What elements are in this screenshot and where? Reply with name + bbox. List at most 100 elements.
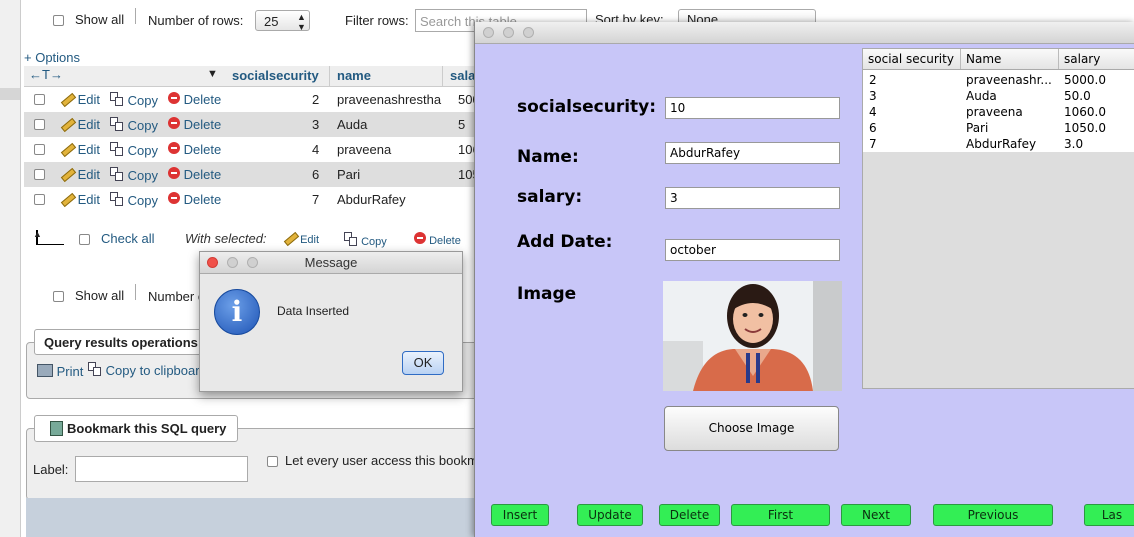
insert-button[interactable]: Insert — [491, 504, 549, 526]
check-all-label[interactable]: Check all — [101, 231, 154, 246]
delete-icon — [168, 167, 180, 179]
table-row: Edit Copy Delete 7 AbdurRafey — [24, 187, 484, 212]
cell-socialsecurity: 2 — [312, 92, 320, 107]
header-salary[interactable]: salary — [1064, 52, 1100, 66]
label-field-label: Label: — [33, 462, 69, 477]
update-button[interactable]: Update — [577, 504, 643, 526]
edit-link[interactable]: Edit — [60, 92, 100, 107]
app-titlebar[interactable] — [475, 22, 1134, 44]
table-row[interactable]: 3 Auda 50.0 — [863, 88, 1134, 104]
sort-dropdown-icon[interactable]: ▼ — [207, 68, 218, 80]
cell-name: AbdurRafey — [337, 192, 406, 207]
table-row: Edit Copy Delete 4 praveena 106 — [24, 137, 484, 162]
name-label: Name: — [517, 147, 579, 167]
row-checkbox[interactable] — [34, 169, 45, 180]
last-button[interactable]: Las — [1084, 504, 1134, 526]
bookmark-label-input[interactable] — [75, 456, 248, 482]
delete-link[interactable]: Delete — [168, 92, 221, 107]
bottom-show-all-label: Show all — [75, 288, 125, 303]
column-header-socialsecurity[interactable]: socialsecurity — [232, 68, 319, 83]
bulk-edit-link[interactable]: Edit — [283, 232, 319, 246]
copy-icon — [110, 117, 124, 131]
copy-link[interactable]: Copy — [110, 117, 158, 133]
header-name[interactable]: Name — [966, 52, 1001, 66]
minimize-button[interactable] — [503, 27, 514, 38]
close-button[interactable] — [483, 27, 494, 38]
bulk-delete-link[interactable]: Delete — [414, 232, 461, 247]
dialog-titlebar[interactable]: Message — [200, 252, 462, 274]
name-field[interactable]: AbdurRafey — [665, 142, 840, 164]
cell-socialsecurity: 4 — [312, 142, 320, 157]
next-button[interactable]: Next — [841, 504, 911, 526]
edit-link[interactable]: Edit — [60, 117, 100, 132]
options-link[interactable]: + Options — [24, 50, 80, 65]
edit-label: Edit — [77, 142, 101, 157]
ok-button[interactable]: OK — [402, 351, 444, 375]
left-navigation-strip — [0, 0, 21, 537]
copy-link[interactable]: Copy — [110, 142, 158, 158]
pencil-icon — [60, 143, 74, 154]
column-header-name[interactable]: name — [337, 68, 371, 83]
table-row[interactable]: 2 praveenashr... 5000.0 — [863, 72, 1134, 88]
edit-link[interactable]: Edit — [60, 167, 100, 182]
bottom-show-all-checkbox[interactable] — [53, 291, 64, 302]
table-row[interactable]: 4 praveena 1060.0 — [863, 104, 1134, 120]
table-row[interactable]: 7 AbdurRafey 3.0 — [863, 136, 1134, 152]
copy-to-clipboard-link[interactable]: Copy to clipboar — [88, 362, 200, 378]
row-checkbox[interactable] — [34, 194, 45, 205]
column-header-salary[interactable]: sala — [450, 68, 475, 83]
pencil-icon — [60, 118, 74, 129]
bookmark-sql-label: Bookmark this SQL query — [67, 421, 227, 436]
socialsecurity-field[interactable]: 10 — [665, 97, 840, 119]
row-checkbox[interactable] — [34, 144, 45, 155]
cell-name: praveena — [966, 105, 1023, 119]
delete-link[interactable]: Delete — [168, 142, 221, 157]
delete-icon — [168, 117, 180, 129]
bulk-copy-link[interactable]: Copy — [344, 232, 387, 248]
edit-link[interactable]: Edit — [60, 192, 100, 207]
row-checkbox[interactable] — [34, 94, 45, 105]
copy-label: Copy — [127, 193, 158, 208]
previous-button[interactable]: Previous — [933, 504, 1053, 526]
table-row: Edit Copy Delete 3 Auda 5 — [24, 112, 484, 137]
table-row[interactable]: 6 Pari 1050.0 — [863, 120, 1134, 136]
delete-label: Delete — [183, 92, 222, 107]
edit-link[interactable]: Edit — [60, 142, 100, 157]
divider — [135, 8, 136, 24]
copy-link[interactable]: Copy — [110, 192, 158, 208]
add-date-label: Add Date: — [517, 232, 613, 252]
cell-social-security: 6 — [869, 121, 877, 135]
first-button[interactable]: First — [731, 504, 830, 526]
salary-field[interactable]: 3 — [665, 187, 840, 209]
check-all-checkbox[interactable] — [79, 234, 90, 245]
column-resize-icon[interactable]: ←T→ — [29, 67, 63, 82]
copy-label: Copy — [127, 93, 158, 108]
cell-salary: 3.0 — [1064, 137, 1084, 151]
let-every-user-checkbox[interactable] — [267, 456, 278, 467]
number-of-rows-select[interactable]: 25 ▲ ▼ — [255, 10, 310, 32]
copy-link[interactable]: Copy — [110, 167, 158, 183]
copy-link[interactable]: Copy — [110, 92, 158, 108]
delete-label: Delete — [183, 117, 222, 132]
copy-icon — [110, 192, 124, 206]
add-date-field[interactable]: october — [665, 239, 840, 261]
delete-link[interactable]: Delete — [168, 117, 221, 132]
cell-social-security: 4 — [869, 105, 877, 119]
delete-link[interactable]: Delete — [168, 192, 221, 207]
show-all-checkbox[interactable] — [53, 15, 64, 26]
delete-link[interactable]: Delete — [168, 167, 221, 182]
delete-icon — [168, 92, 180, 104]
person-photo-icon — [663, 281, 842, 391]
delete-button[interactable]: Delete — [659, 504, 720, 526]
let-every-user-label: Let every user access this bookm — [285, 453, 478, 468]
choose-image-button[interactable]: Choose Image — [664, 406, 839, 451]
divider — [1058, 49, 1059, 69]
zoom-button[interactable] — [523, 27, 534, 38]
row-checkbox[interactable] — [34, 119, 45, 130]
print-link[interactable]: Print — [37, 364, 83, 379]
header-social-security[interactable]: social security — [868, 52, 954, 66]
copy-icon — [110, 92, 124, 106]
bookmark-sql-button[interactable]: Bookmark this SQL query — [34, 415, 238, 442]
cell-salary: 1050.0 — [1064, 121, 1106, 135]
table-row: Edit Copy Delete 2 praveenashrestha 500 — [24, 87, 484, 112]
